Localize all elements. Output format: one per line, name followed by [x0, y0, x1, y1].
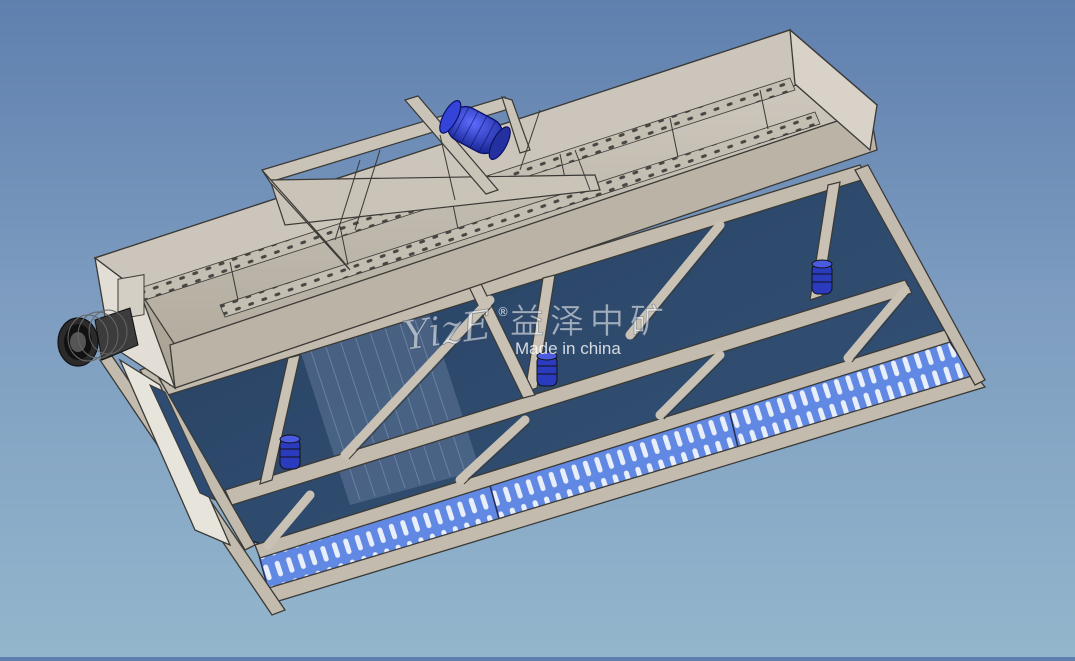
cad-viewport: YizE ® 益泽中矿 Made in china [0, 0, 1075, 657]
watermark-chinese: 益泽中矿 [510, 302, 670, 342]
spring-damper-icon [811, 259, 833, 295]
inlet-pipe-icon [57, 307, 139, 367]
watermark-tagline: Made in china [515, 339, 621, 358]
spring-damper-icon [279, 434, 301, 470]
watermark-registered: ® [497, 305, 509, 319]
machine-drawing: YizE ® 益泽中矿 Made in china [57, 28, 987, 616]
